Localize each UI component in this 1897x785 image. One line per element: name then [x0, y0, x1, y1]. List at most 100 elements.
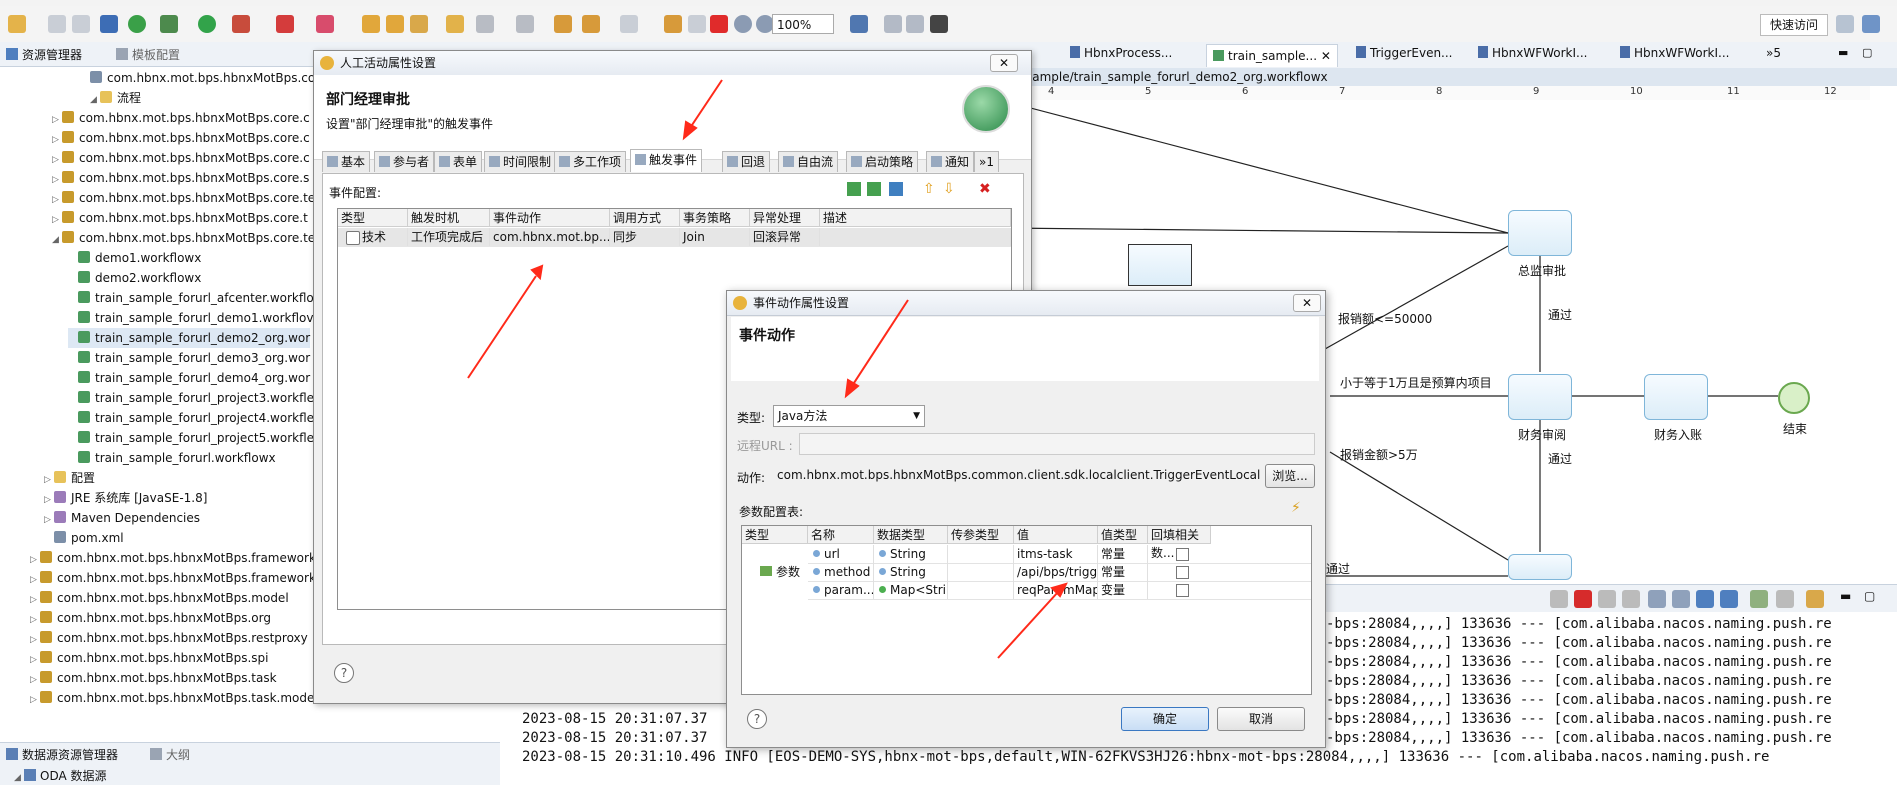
open-project-icon[interactable]	[446, 15, 464, 33]
tab-overflow[interactable]: »5	[1766, 46, 1781, 60]
param-column-header[interactable]: 名称	[808, 526, 874, 544]
edge-to-bottom[interactable]	[1329, 451, 1509, 561]
expand-icon[interactable]: ▷	[44, 470, 54, 490]
tab-0[interactable]: 基本	[322, 151, 371, 172]
align-icon[interactable]	[884, 15, 902, 33]
tree-item[interactable]: ▷ com.hbnx.mot.bps.hbnxMotBps.core.c	[52, 108, 310, 128]
expand-icon[interactable]: ▷	[52, 190, 62, 210]
scroll-lock-icon[interactable]	[1648, 590, 1666, 608]
params-table[interactable]: 类型 名称 数据类型 传参类型值值类型 回填相关数... 参数 url String itms-…	[741, 525, 1312, 695]
open-folder-icon[interactable]	[386, 15, 404, 33]
column-header[interactable]: 描述	[820, 209, 1011, 227]
redo2-icon[interactable]	[688, 15, 706, 33]
expand-icon[interactable]: ▷	[30, 590, 40, 610]
expand-icon[interactable]: ▷	[52, 170, 62, 190]
dialog1-close-icon[interactable]: ✕	[990, 54, 1018, 72]
tab-1[interactable]: 参与者	[374, 151, 435, 172]
add-event-icon[interactable]	[847, 182, 861, 196]
new-icon[interactable]	[8, 15, 26, 33]
tree-item[interactable]: ▷ com.hbnx.mot.bps.hbnxMotBps.core.c	[52, 148, 310, 168]
expand-icon[interactable]: ▷	[44, 510, 54, 530]
node-selected[interactable]	[1128, 244, 1192, 286]
editor-tab-5[interactable]: HbnxWFWorkI...	[1620, 46, 1729, 60]
expand-icon[interactable]: ▷	[52, 210, 62, 230]
param-cell[interactable]: itms-task	[1017, 547, 1073, 561]
tree-item[interactable]: train_sample_forurl_demo2_org.wor	[68, 328, 311, 348]
param-column-header[interactable]: 数据类型	[874, 526, 948, 544]
column-header[interactable]: 事务策略	[680, 209, 750, 227]
minimize-console-icon[interactable]: ▬	[1840, 589, 1851, 603]
node-finance-review[interactable]	[1508, 374, 1572, 420]
console-icon[interactable]	[100, 15, 118, 33]
expand-icon[interactable]: ▷	[30, 550, 40, 570]
delete-icon[interactable]	[710, 15, 728, 33]
tab-template-config[interactable]: 模板配置	[116, 46, 180, 63]
quick-access-field[interactable]: 快速访问	[1760, 14, 1828, 36]
tree-item[interactable]: ▷ JRE 系统库 [JavaSE-1.8]	[44, 488, 207, 508]
start-server-icon[interactable]	[128, 15, 146, 33]
param-column-header[interactable]: 回填相关数...	[1148, 526, 1211, 560]
terminate-icon[interactable]	[1574, 590, 1592, 608]
node-director-approval[interactable]	[1508, 210, 1572, 256]
tree-item[interactable]: demo2.workflowx	[68, 268, 201, 288]
tree-item[interactable]: train_sample_forurl_demo4_org.wor	[68, 368, 310, 388]
expand-icon[interactable]: ▷	[30, 630, 40, 650]
tab-8[interactable]: 启动策略	[846, 151, 919, 172]
tree-item[interactable]: train_sample_forurl_project3.workfle	[68, 388, 314, 408]
insert-event-icon[interactable]	[867, 182, 881, 196]
wand-icon[interactable]	[410, 15, 428, 33]
remove-all-icon[interactable]	[1598, 590, 1616, 608]
tree-item[interactable]: demo1.workflowx	[68, 248, 201, 268]
forward-icon[interactable]	[620, 15, 638, 33]
perspective-icon[interactable]	[1836, 15, 1854, 33]
param-cell[interactable]: /api/bps/trigg...	[1017, 565, 1097, 579]
expand-icon[interactable]: ◢	[90, 90, 100, 110]
tree-item[interactable]: ▷ com.hbnx.mot.bps.hbnxMotBps.core.te	[52, 188, 315, 208]
pin-console-icon[interactable]	[1720, 590, 1738, 608]
dialog1-help-icon[interactable]: ?	[334, 663, 354, 683]
tree-item[interactable]: ▷ com.hbnx.mot.bps.hbnxMotBps.core.c	[52, 128, 310, 148]
edge-to-director[interactable]	[1324, 245, 1509, 350]
tree-item[interactable]: train_sample_forurl_demo3_org.wor	[68, 348, 310, 368]
tree-item[interactable]: ▷ com.hbnx.mot.bps.hbnxMotBps.task.model	[30, 688, 318, 708]
redo-icon[interactable]	[664, 15, 682, 33]
node-end[interactable]	[1778, 382, 1810, 414]
display-selected-icon[interactable]	[1750, 590, 1768, 608]
tab-datasource-explorer[interactable]: 数据源资源管理器	[6, 746, 118, 763]
close-tab-icon[interactable]: ✕	[1321, 49, 1331, 63]
expand-icon[interactable]: ▷	[52, 130, 62, 150]
backfill-checkbox[interactable]	[1176, 566, 1189, 579]
tree-item[interactable]: train_sample_forurl_project4.workfle	[68, 408, 314, 428]
param-row[interactable]: method String/api/bps/trigg... 常量	[808, 563, 1311, 582]
editor-tab-2[interactable]: train_sample... ✕	[1206, 44, 1338, 67]
tree-item[interactable]: ▷ com.hbnx.mot.bps.hbnxMotBps.restproxy	[30, 628, 308, 648]
tree-item[interactable]: ◢ com.hbnx.mot.bps.hbnxMotBps.core.te	[52, 228, 315, 248]
delete-event-icon[interactable]: ✖	[979, 182, 993, 196]
expand-icon[interactable]: ▷	[30, 670, 40, 690]
column-header[interactable]: 事件动作	[490, 209, 610, 227]
tree-item-oda[interactable]: ◢ ODA 数据源	[14, 767, 107, 784]
editor-tab-4[interactable]: HbnxWFWorkI...	[1478, 46, 1587, 60]
tree-item[interactable]: ▷ com.hbnx.mot.bps.hbnxMotBps.org	[30, 608, 271, 628]
backfill-checkbox[interactable]	[1176, 548, 1189, 561]
binoculars-icon[interactable]	[930, 15, 948, 33]
edge-top-line[interactable]	[1000, 227, 1509, 234]
expand-icon[interactable]: ▷	[30, 650, 40, 670]
tab-9[interactable]: 通知	[926, 151, 975, 172]
param-column-header[interactable]: 值	[1014, 526, 1098, 544]
search-tool-icon[interactable]	[476, 15, 494, 33]
param-row[interactable]: param... Map<Stri... reqParamMap 变量	[808, 581, 1311, 600]
param-column-header[interactable]: 值类型	[1098, 526, 1148, 544]
show-console-icon[interactable]	[1696, 590, 1714, 608]
node-bottom[interactable]	[1508, 554, 1572, 580]
tab-outline[interactable]: 大纲	[150, 746, 190, 763]
remote-url-field[interactable]	[799, 433, 1315, 455]
tab-5[interactable]: 触发事件	[630, 149, 703, 172]
minimize-icon[interactable]: ▬	[1838, 46, 1848, 59]
maximize-icon[interactable]: ▢	[1862, 46, 1872, 59]
tab-resource-explorer[interactable]: 资源管理器	[6, 46, 82, 63]
stop-icon[interactable]	[276, 15, 294, 33]
clear-icon[interactable]	[1622, 590, 1640, 608]
tree-item[interactable]: pom.xml	[44, 528, 124, 548]
dialog2-help-icon[interactable]: ?	[747, 709, 767, 729]
